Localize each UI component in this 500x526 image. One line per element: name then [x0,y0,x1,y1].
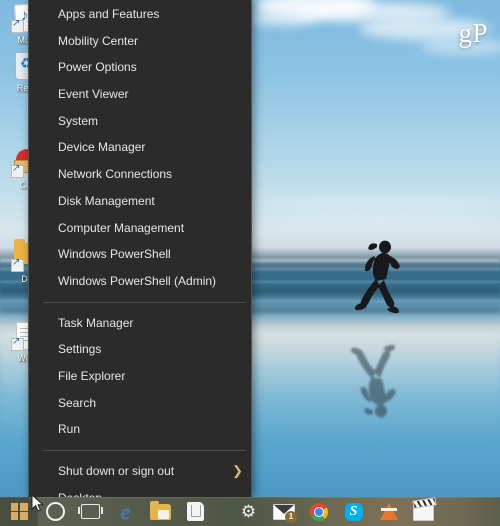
skype-icon: S [344,502,363,521]
menu-item-computer-management[interactable]: Computer Management [29,215,251,242]
menu-item-label: Windows PowerShell (Admin) [58,273,217,288]
menu-item-label: Power Options [58,60,137,75]
menu-item-label: Event Viewer [58,87,129,102]
windows-desktop-screen: gP Musi Recy CCl Do [0,0,500,526]
chrome-button[interactable] [301,497,336,526]
menu-separator [43,301,246,303]
taskbar: e ⚙ 1 S [0,496,500,526]
menu-item-task-manager[interactable]: Task Manager [29,310,251,337]
mail-badge: 1 [285,511,297,523]
microsoft-store-icon [187,502,204,521]
skype-button[interactable]: S [336,497,371,526]
menu-item-event-viewer[interactable]: Event Viewer [29,81,251,108]
menu-item-label: Search [58,395,97,410]
menu-item-search[interactable]: Search [29,390,251,417]
menu-separator [43,450,246,451]
runner-reflection [348,330,408,420]
menu-item-device-manager[interactable]: Device Manager [29,134,251,161]
menu-item-label: Windows PowerShell [58,247,171,262]
chevron-right-icon: ❯ [232,463,243,478]
watermark: gP [458,18,488,48]
menu-item-disk-management[interactable]: Disk Management [29,188,251,215]
vlc-button[interactable] [371,497,406,526]
task-view-icon [78,504,103,519]
menu-item-label: Device Manager [58,140,146,155]
menu-item-label: Shut down or sign out [58,464,175,478]
menu-item-label: Apps and Features [58,7,160,21]
menu-item-windows-powershell-admin[interactable]: Windows PowerShell (Admin) [29,268,251,295]
cortana-button[interactable] [38,497,73,526]
menu-item-label: Mobility Center [58,33,139,48]
menu-item-label: System [58,113,99,128]
vlc-cone-icon [379,503,398,520]
microsoft-edge-icon: e [120,498,131,524]
task-view-button[interactable] [73,497,108,526]
start-button[interactable] [0,497,38,526]
cortana-circle-icon [46,502,65,521]
menu-item-label: Settings [58,342,102,357]
mail-button[interactable]: 1 [266,497,301,526]
menu-item-shut-down-or-sign-out[interactable]: Shut down or sign out ❯ [29,458,251,485]
edge-button[interactable]: e [108,497,143,526]
settings-button[interactable]: ⚙ [231,497,266,526]
menu-item-system[interactable]: System [29,108,251,135]
menu-item-power-options[interactable]: Power Options [29,54,251,81]
menu-item-windows-powershell[interactable]: Windows PowerShell [29,241,251,268]
menu-item-file-explorer[interactable]: File Explorer [29,363,251,390]
cloud-shape [260,214,500,223]
gear-icon: ⚙ [240,502,257,521]
menu-item-label: Task Manager [58,315,134,330]
menu-item-network-connections[interactable]: Network Connections [29,161,251,188]
file-explorer-button[interactable] [143,497,178,526]
cloud-shape [250,196,500,208]
menu-item-mobility-center[interactable]: Mobility Center [29,28,251,55]
cloud-shape [250,10,320,26]
file-explorer-icon [150,500,171,520]
windows-logo-icon [10,503,28,520]
movie-clapperboard-icon [412,496,437,521]
menu-item-label: Disk Management [58,193,155,208]
menu-item-label: Run [58,422,81,437]
store-button[interactable] [178,497,213,526]
menu-item-apps-and-features[interactable]: Apps and Features [29,1,251,28]
menu-item-settings[interactable]: Settings [29,336,251,363]
menu-item-label: Computer Management [58,220,185,235]
menu-item-label: File Explorer [58,368,126,383]
winx-power-user-menu[interactable]: Apps and Features Mobility Center Power … [28,0,252,505]
menu-item-label: Network Connections [58,167,173,182]
menu-item-run[interactable]: Run [29,416,251,443]
movies-button[interactable] [406,496,441,526]
google-chrome-icon [309,502,328,521]
runner-silhouette [352,238,412,328]
